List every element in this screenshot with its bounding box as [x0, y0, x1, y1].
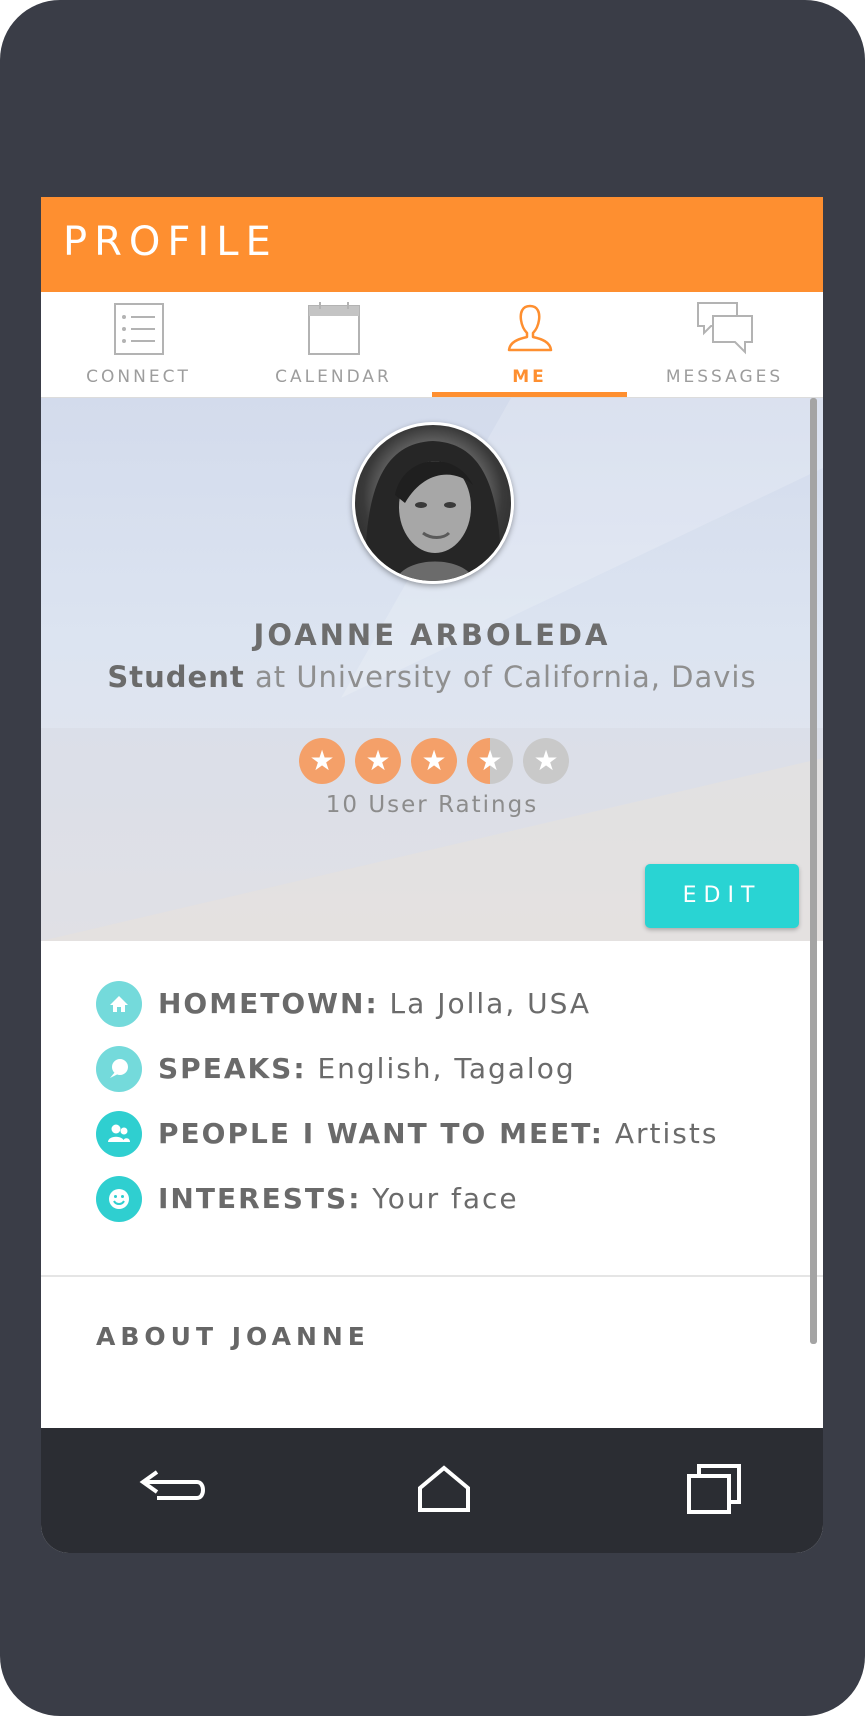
page-title: PROFILE — [63, 219, 278, 265]
scrollbar-thumb[interactable] — [810, 398, 817, 1344]
chat-bubbles-icon — [696, 302, 753, 355]
detail-value: Artists — [603, 1117, 719, 1150]
list-icon — [113, 303, 164, 355]
detail-value: La Jolla, USA — [378, 987, 592, 1020]
detail-hometown: HOMETOWN: La Jolla, USA — [96, 981, 796, 1027]
detail-key: INTERESTS: — [158, 1182, 362, 1215]
avatar-photo — [365, 441, 501, 581]
rating-star: ★ — [411, 738, 457, 784]
person-icon — [507, 304, 552, 352]
speech-bubble-icon — [96, 1046, 142, 1092]
edit-button[interactable]: EDIT — [645, 864, 799, 928]
detail-key: SPEAKS: — [158, 1052, 307, 1085]
rating-star: ★ — [355, 738, 401, 784]
ratings-count: 10 User Ratings — [325, 792, 539, 818]
tab-bar: CONNECT CALENDAR ME MESSAGES — [41, 292, 823, 398]
detail-key: PEOPLE I WANT TO MEET: — [158, 1117, 604, 1150]
device-frame: PROFILE CONNECT CALENDAR ME MESSAGES JOA… — [0, 0, 865, 1716]
profile-header: JOANNE ARBOLEDA Student at University of… — [41, 398, 823, 941]
tab-label: ME — [512, 367, 547, 387]
detail-value: Your face — [361, 1182, 519, 1215]
active-tab-indicator — [432, 392, 627, 397]
back-icon — [139, 1470, 205, 1500]
tab-calendar[interactable]: CALENDAR — [236, 292, 431, 396]
detail-speaks: SPEAKS: English, Tagalog — [96, 1046, 796, 1092]
tab-label: MESSAGES — [665, 367, 784, 387]
about-section-title: ABOUT JOANNE — [96, 1322, 370, 1351]
people-icon — [96, 1111, 142, 1157]
calendar-icon — [307, 302, 360, 355]
detail-interests: INTERESTS: Your face — [96, 1176, 796, 1222]
profile-name: JOANNE ARBOLEDA — [253, 618, 611, 652]
back-button[interactable] — [131, 1458, 211, 1518]
recents-icon — [687, 1464, 741, 1514]
home-button[interactable] — [404, 1458, 484, 1518]
avatar — [352, 422, 514, 584]
home-outline-icon — [418, 1465, 470, 1512]
smiley-icon — [96, 1176, 142, 1222]
app-bar: PROFILE — [41, 197, 823, 292]
profile-details: HOMETOWN: La Jolla, USA SPEAKS: English,… — [41, 941, 823, 1276]
tab-label: CONNECT — [86, 367, 191, 387]
profile-role: Student — [107, 660, 245, 694]
tab-label: CALENDAR — [275, 367, 392, 387]
profile-content: JOANNE ARBOLEDA Student at University of… — [41, 398, 823, 1398]
home-icon — [96, 981, 142, 1027]
rating-star: ★ — [299, 738, 345, 784]
detail-value: English, Tagalog — [306, 1052, 576, 1085]
rating-star: ★ — [523, 738, 569, 784]
detail-key: HOMETOWN: — [158, 987, 379, 1020]
rating-stars: ★ ★ ★ ★ ★ — [299, 738, 569, 784]
section-divider — [41, 1275, 823, 1277]
scrollbar[interactable] — [810, 398, 817, 1344]
tab-connect[interactable]: CONNECT — [41, 292, 236, 396]
system-nav-bar — [41, 1428, 823, 1553]
tab-messages[interactable]: MESSAGES — [627, 292, 822, 396]
detail-people: PEOPLE I WANT TO MEET: Artists — [96, 1111, 796, 1157]
rating-star: ★ — [467, 738, 513, 784]
tab-me[interactable]: ME — [432, 292, 627, 396]
profile-organization: at University of California, Davis — [244, 660, 757, 694]
recents-button[interactable] — [679, 1458, 759, 1518]
profile-occupation: Student at University of California, Dav… — [41, 660, 823, 694]
app-screen: PROFILE CONNECT CALENDAR ME MESSAGES JOA… — [41, 197, 823, 1553]
